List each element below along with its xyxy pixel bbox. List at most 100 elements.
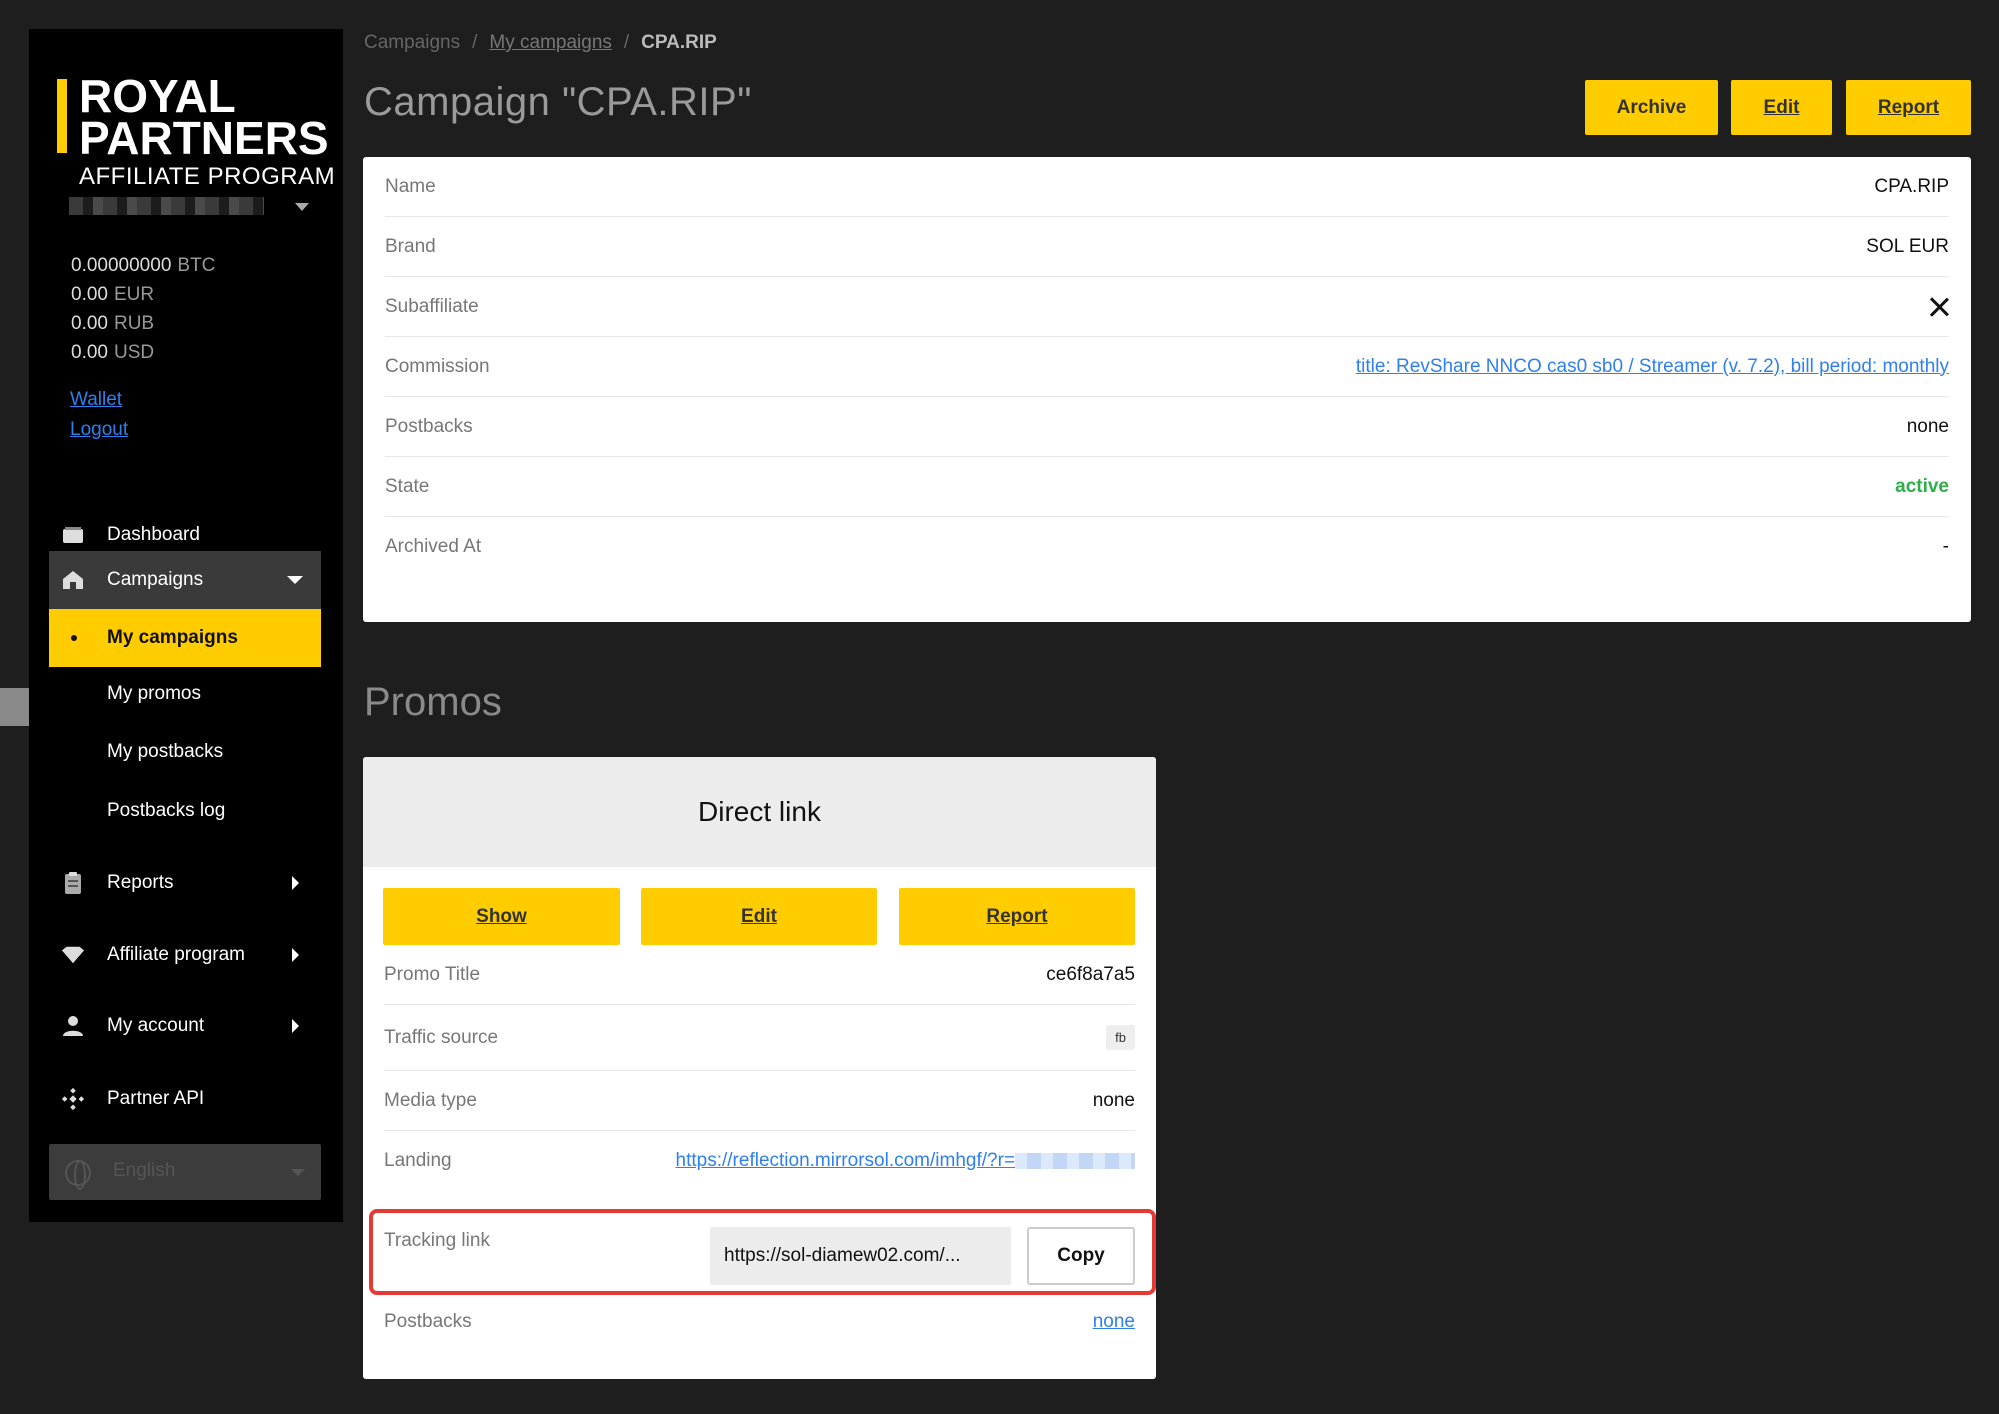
report-button[interactable]: Report: [1846, 80, 1971, 135]
nav-partner-api[interactable]: Partner API: [49, 1070, 321, 1128]
balance-rub: 0.00 RUB: [71, 313, 155, 334]
promos-section-title: Promos: [364, 680, 502, 724]
clipboard-icon: [61, 871, 85, 895]
breadcrumb-parent[interactable]: My campaigns: [489, 32, 612, 53]
promo-show-label: Show: [476, 905, 527, 927]
api-icon: [61, 1087, 85, 1111]
info-row-postbacks: Postbacks none: [385, 397, 1949, 457]
info-value: none: [1906, 415, 1949, 437]
promo-report-button[interactable]: Report: [899, 888, 1135, 945]
breadcrumb-separator: /: [472, 32, 478, 53]
dashboard-icon: [61, 523, 85, 547]
promo-card-title: Direct link: [363, 757, 1156, 867]
nav-my-campaigns-label: My campaigns: [107, 627, 238, 648]
copy-button-label: Copy: [1057, 1245, 1105, 1266]
info-row-brand: Brand SOL EUR: [385, 217, 1949, 277]
promo-edit-button[interactable]: Edit: [641, 888, 877, 945]
breadcrumb: Campaigns / My campaigns / CPA.RIP: [364, 32, 717, 54]
state-badge: active: [1895, 475, 1949, 497]
info-key: Subaffiliate: [385, 295, 479, 317]
breadcrumb-separator: /: [623, 32, 630, 53]
campaign-info-card: Name CPA.RIP Brand SOL EUR Subaffiliate …: [363, 157, 1971, 622]
info-value: CPA.RIP: [1874, 175, 1949, 197]
language-label: English: [113, 1160, 176, 1181]
copy-button[interactable]: Copy: [1027, 1227, 1135, 1285]
promo-report-label: Report: [986, 905, 1048, 927]
promo-key: Traffic source: [384, 1026, 499, 1048]
archive-button-label: Archive: [1616, 96, 1687, 118]
info-key: Archived At: [385, 536, 482, 557]
promo-key: Media type: [384, 1089, 477, 1111]
nav-my-account[interactable]: My account: [49, 997, 321, 1055]
info-row-commission: Commission title: RevShare NNCO cas0 sb0…: [385, 337, 1949, 397]
nav-my-postbacks[interactable]: My postbacks: [107, 741, 223, 763]
account-select[interactable]: [69, 189, 319, 219]
wallet-link[interactable]: Wallet: [70, 385, 128, 415]
language-select[interactable]: English: [49, 1144, 321, 1200]
edit-button[interactable]: Edit: [1731, 80, 1832, 135]
postbacks-link[interactable]: none: [1093, 1311, 1135, 1333]
info-row-subaffiliate: Subaffiliate: [385, 277, 1949, 337]
sidebar: ROYAL PARTNERS AFFILIATE PROGRAM 0.00000…: [29, 29, 343, 1222]
tracking-link-field[interactable]: https://sol-diamew02.com/...: [710, 1227, 1011, 1285]
nav-reports-label: Reports: [107, 872, 174, 893]
logo-line2: PARTNERS: [79, 112, 329, 164]
left-edge-tab[interactable]: [0, 688, 29, 726]
info-key: Postbacks: [385, 415, 473, 437]
promo-row-traffic-source: Traffic source fb: [384, 1005, 1135, 1071]
promo-value: ce6f8a7a5: [1046, 963, 1135, 985]
nav-affiliate-program-label: Affiliate program: [107, 944, 245, 965]
home-icon: [61, 568, 85, 592]
logout-link[interactable]: Logout: [70, 415, 128, 445]
info-value: -: [1942, 536, 1949, 557]
nav-reports[interactable]: Reports: [49, 854, 321, 912]
active-dot-icon: [71, 635, 77, 641]
nav-my-campaigns[interactable]: My campaigns: [49, 609, 321, 667]
promo-row-title: Promo Title ce6f8a7a5: [384, 945, 1135, 1005]
nav-campaigns[interactable]: Campaigns: [49, 551, 321, 609]
landing-link-redacted: [1015, 1152, 1135, 1169]
breadcrumb-root[interactable]: Campaigns: [364, 32, 460, 53]
traffic-source-badge: fb: [1106, 1025, 1135, 1050]
close-icon: [1929, 297, 1949, 317]
user-icon: [61, 1014, 85, 1038]
page-title: Campaign "CPA.RIP": [364, 80, 752, 124]
nav-affiliate-program[interactable]: Affiliate program: [49, 926, 321, 984]
edit-button-label: Edit: [1763, 96, 1800, 118]
tracking-link-value: https://sol-diamew02.com/...: [724, 1245, 961, 1266]
info-key: State: [385, 475, 430, 497]
archive-button[interactable]: Archive: [1585, 80, 1718, 135]
info-key: Commission: [385, 355, 490, 377]
nav-my-promos[interactable]: My promos: [107, 683, 201, 705]
chevron-down-icon: [291, 1169, 305, 1176]
chevron-right-icon: [292, 948, 299, 962]
globe-icon: [65, 1160, 91, 1190]
info-row-archived-at: Archived At -: [385, 517, 1949, 577]
nav-campaigns-label: Campaigns: [107, 569, 204, 590]
account-name-redacted: [69, 197, 264, 215]
balance-eur: 0.00 EUR: [71, 284, 155, 305]
chevron-down-icon: [287, 576, 303, 584]
landing-link[interactable]: https://reflection.mirrorsol.com/imhgf/?…: [676, 1150, 1015, 1171]
nav-dashboard-label: Dashboard: [107, 524, 200, 545]
logo[interactable]: ROYAL PARTNERS AFFILIATE PROGRAM: [57, 49, 337, 199]
chevron-right-icon: [292, 876, 299, 890]
nav-postbacks-log[interactable]: Postbacks log: [107, 800, 225, 822]
side-links: Wallet Logout: [70, 385, 128, 445]
info-row-name: Name CPA.RIP: [385, 157, 1949, 217]
logo-bar: [57, 79, 67, 153]
promo-key: Postbacks: [384, 1311, 472, 1332]
info-key: Brand: [385, 235, 436, 257]
promo-key: Landing: [384, 1150, 452, 1171]
info-row-state: State active: [385, 457, 1949, 517]
promo-key: Promo Title: [384, 963, 481, 985]
promo-row-postbacks: Postbacks none: [384, 1293, 1135, 1351]
commission-link[interactable]: title: RevShare NNCO cas0 sb0 / Streamer…: [1356, 356, 1949, 377]
nav-partner-api-label: Partner API: [107, 1088, 205, 1109]
logo-line3: AFFILIATE PROGRAM: [79, 163, 336, 190]
tracking-link-label: Tracking link: [384, 1230, 490, 1251]
promo-show-button[interactable]: Show: [383, 888, 620, 945]
promo-value: none: [1092, 1089, 1135, 1111]
promo-edit-label: Edit: [741, 905, 777, 927]
balances: 0.00000000 BTC 0.00 EUR 0.00 RUB 0.00 USD: [71, 251, 215, 367]
